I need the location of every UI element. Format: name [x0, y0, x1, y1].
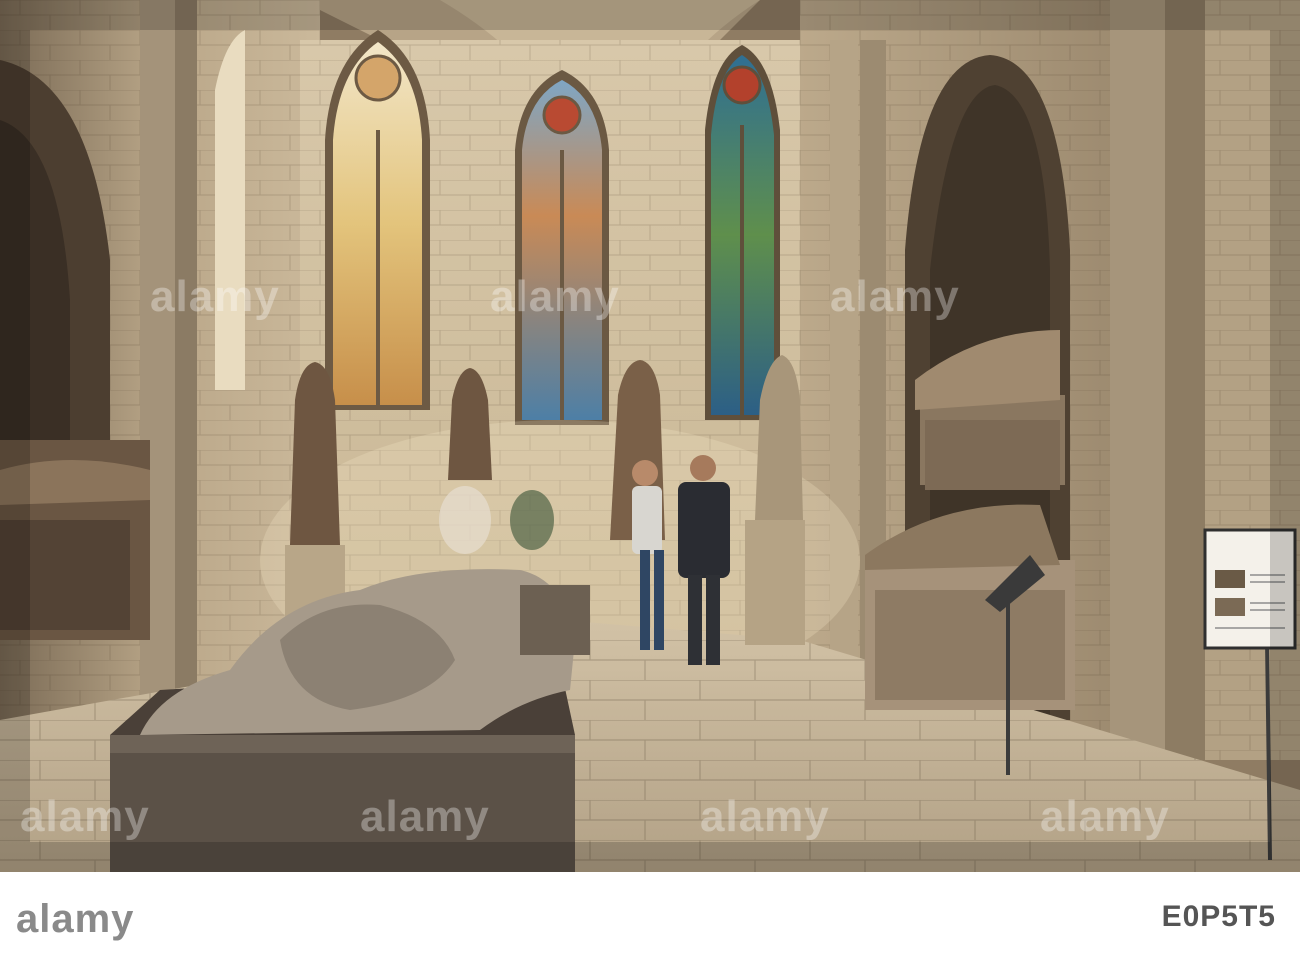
footer-bar [0, 872, 1300, 962]
image-id: E0P5T5 [1161, 900, 1276, 933]
window-center [515, 70, 609, 425]
window-right [705, 45, 780, 420]
photo [0, 0, 1300, 872]
brand-logo: alamy [16, 897, 135, 941]
window-left [325, 30, 430, 410]
